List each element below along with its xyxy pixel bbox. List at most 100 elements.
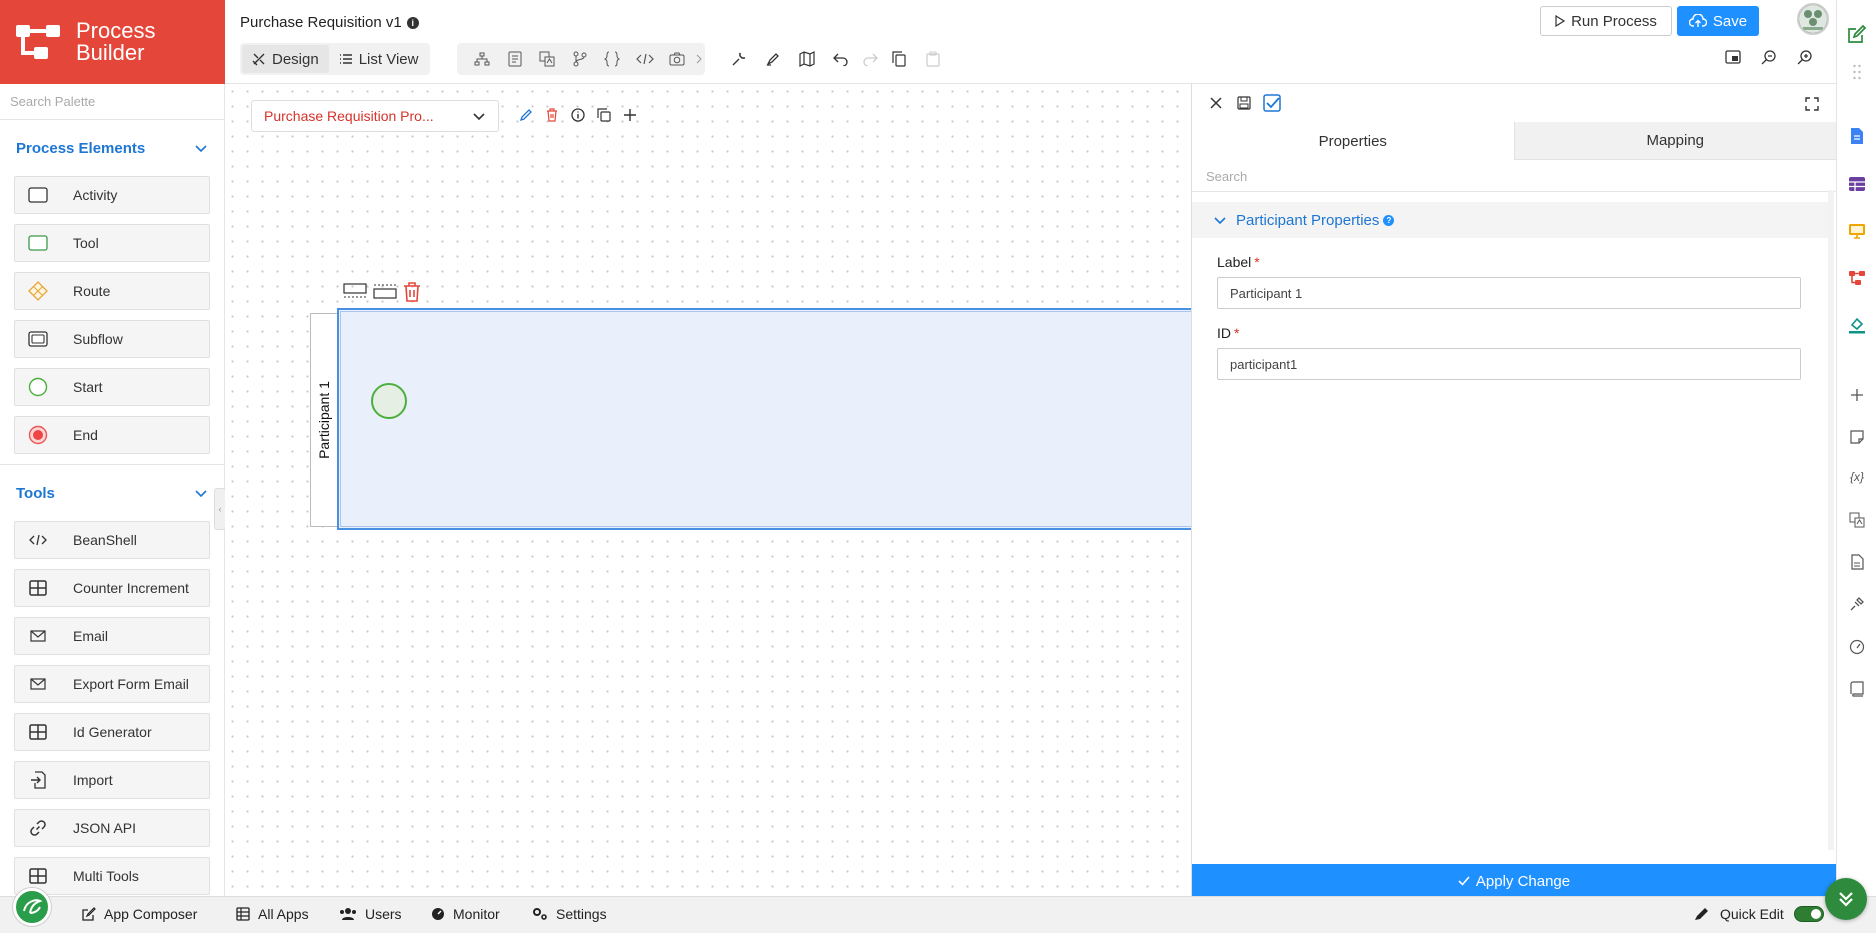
tools-header[interactable]: Tools [0,465,224,521]
info-icon[interactable]: i [406,16,419,29]
nav-users[interactable]: Users [339,906,402,922]
info-circle-icon[interactable] [569,106,587,124]
add-icon[interactable] [621,106,639,124]
properties-toolbar [1192,84,1836,122]
joget-logo-icon[interactable] [13,888,51,926]
palette-item-subflow[interactable]: Subflow [14,320,210,358]
nav-app-composer[interactable]: App Composer [82,906,197,922]
save-disk-icon[interactable] [1230,89,1258,117]
id-input[interactable]: participant1 [1217,348,1801,380]
map-icon[interactable] [790,44,824,74]
insert-lane-below-icon[interactable] [343,282,367,300]
book-icon[interactable] [1847,679,1867,699]
translate-icon[interactable] [1847,510,1867,530]
form-icon[interactable] [499,44,532,74]
sitemap-icon[interactable] [466,44,499,74]
edit-square-icon[interactable] [1847,24,1867,44]
plus-icon[interactable] [1847,385,1867,405]
help-icon[interactable]: ? [1383,214,1395,226]
paste-icon[interactable] [916,44,950,74]
nav-settings[interactable]: Settings [532,906,607,922]
edit-pencil-icon[interactable] [517,106,535,124]
tab-mapping[interactable]: Mapping [1514,122,1836,160]
tab-properties[interactable]: Properties [1192,122,1515,160]
scroll-down-button[interactable] [1825,878,1867,920]
palette-item-start[interactable]: Start [14,368,210,406]
list-icon [339,54,352,64]
nav-all-apps[interactable]: All Apps [236,906,309,922]
userview-icon[interactable] [1847,221,1867,241]
code-icon[interactable] [629,44,662,74]
label-input[interactable]: Participant 1 [1217,277,1801,309]
note-icon[interactable] [1847,427,1867,447]
gauge-icon[interactable] [1847,637,1867,657]
check-square-icon[interactable] [1258,89,1286,117]
properties-search-input[interactable]: Search [1192,160,1836,192]
chevron-right-icon[interactable] [694,44,705,74]
insert-lane-above-icon[interactable] [373,282,397,300]
palette-item-json-api[interactable]: JSON API [14,809,210,847]
user-avatar[interactable] [1797,3,1829,35]
drag-grip-icon[interactable] [1847,62,1867,82]
document-icon[interactable] [1847,126,1867,146]
play-icon [1555,15,1566,27]
delete-icon[interactable] [543,106,561,124]
process-icon[interactable] [1847,268,1867,288]
expand-icon[interactable] [1798,90,1826,118]
palette-item-multi-tools[interactable]: Multi Tools [14,857,210,895]
redo-icon[interactable] [858,44,882,74]
variable-icon[interactable]: {x} [1847,467,1867,487]
branch-icon[interactable] [564,44,597,74]
palette-item-counter-increment[interactable]: Counter Increment [14,569,210,607]
apply-change-button[interactable]: Apply Change [1192,864,1836,898]
palette-item-beanshell[interactable]: BeanShell [14,521,210,559]
process-elements-header[interactable]: Process Elements [0,120,224,176]
duplicate-icon[interactable] [595,106,613,124]
participant-properties-section[interactable]: Participant Properties ? [1192,202,1828,238]
copy-icon[interactable] [882,44,916,74]
braces-icon[interactable] [596,44,629,74]
properties-scrollbar[interactable] [1828,190,1834,850]
nav-label: Monitor [453,906,500,922]
fit-screen-icon[interactable] [1715,44,1751,70]
plugin-icon[interactable] [1847,594,1867,614]
datalist-icon[interactable] [1847,174,1867,194]
highlighter-icon[interactable] [756,44,790,74]
camera-icon[interactable] [661,44,694,74]
participant-label[interactable]: Participant 1 [311,313,337,527]
nav-monitor[interactable]: Monitor [431,906,500,922]
field-label: Label * [1217,254,1260,270]
palette-item-import[interactable]: Import [14,761,210,799]
run-process-button[interactable]: Run Process [1540,6,1672,36]
palette-item-end[interactable]: End [14,416,210,454]
palette-item-tool[interactable]: Tool [14,224,210,262]
process-elements-title: Process Elements [16,139,146,157]
label-field: Label * Participant 1 [1217,254,1836,309]
design-canvas[interactable]: Purchase Requisition Pro... Participant … [225,84,1192,896]
file-text-icon[interactable] [1847,552,1867,572]
wrench-icon[interactable] [722,44,756,74]
save-button[interactable]: Save [1677,6,1759,36]
grid-icon [236,907,250,921]
delete-lane-icon[interactable] [403,282,421,302]
palette-item-activity[interactable]: Activity [14,176,210,214]
palette-item-export-form-email[interactable]: Export Form Email [14,665,210,703]
theme-icon[interactable] [1847,315,1867,335]
palette-item-route[interactable]: Route [14,272,210,310]
translate-icon[interactable] [531,44,564,74]
quick-edit-toggle[interactable] [1793,906,1824,922]
process-actions [517,106,639,124]
zoom-out-icon[interactable] [1751,44,1787,70]
palette-item-email[interactable]: Email [14,617,210,655]
palette-item-label: Activity [73,187,118,203]
start-node[interactable] [371,383,407,419]
undo-icon[interactable] [824,44,858,74]
zoom-in-icon[interactable] [1787,44,1823,70]
tab-list-view[interactable]: List View [329,45,429,73]
process-select[interactable]: Purchase Requisition Pro... [251,100,499,132]
close-icon[interactable] [1202,89,1230,117]
participant-lane-inner [340,311,1192,527]
tab-design[interactable]: Design [242,45,329,73]
palette-item-id-generator[interactable]: Id Generator [14,713,210,751]
palette-search-input[interactable]: Search Palette [0,84,224,120]
